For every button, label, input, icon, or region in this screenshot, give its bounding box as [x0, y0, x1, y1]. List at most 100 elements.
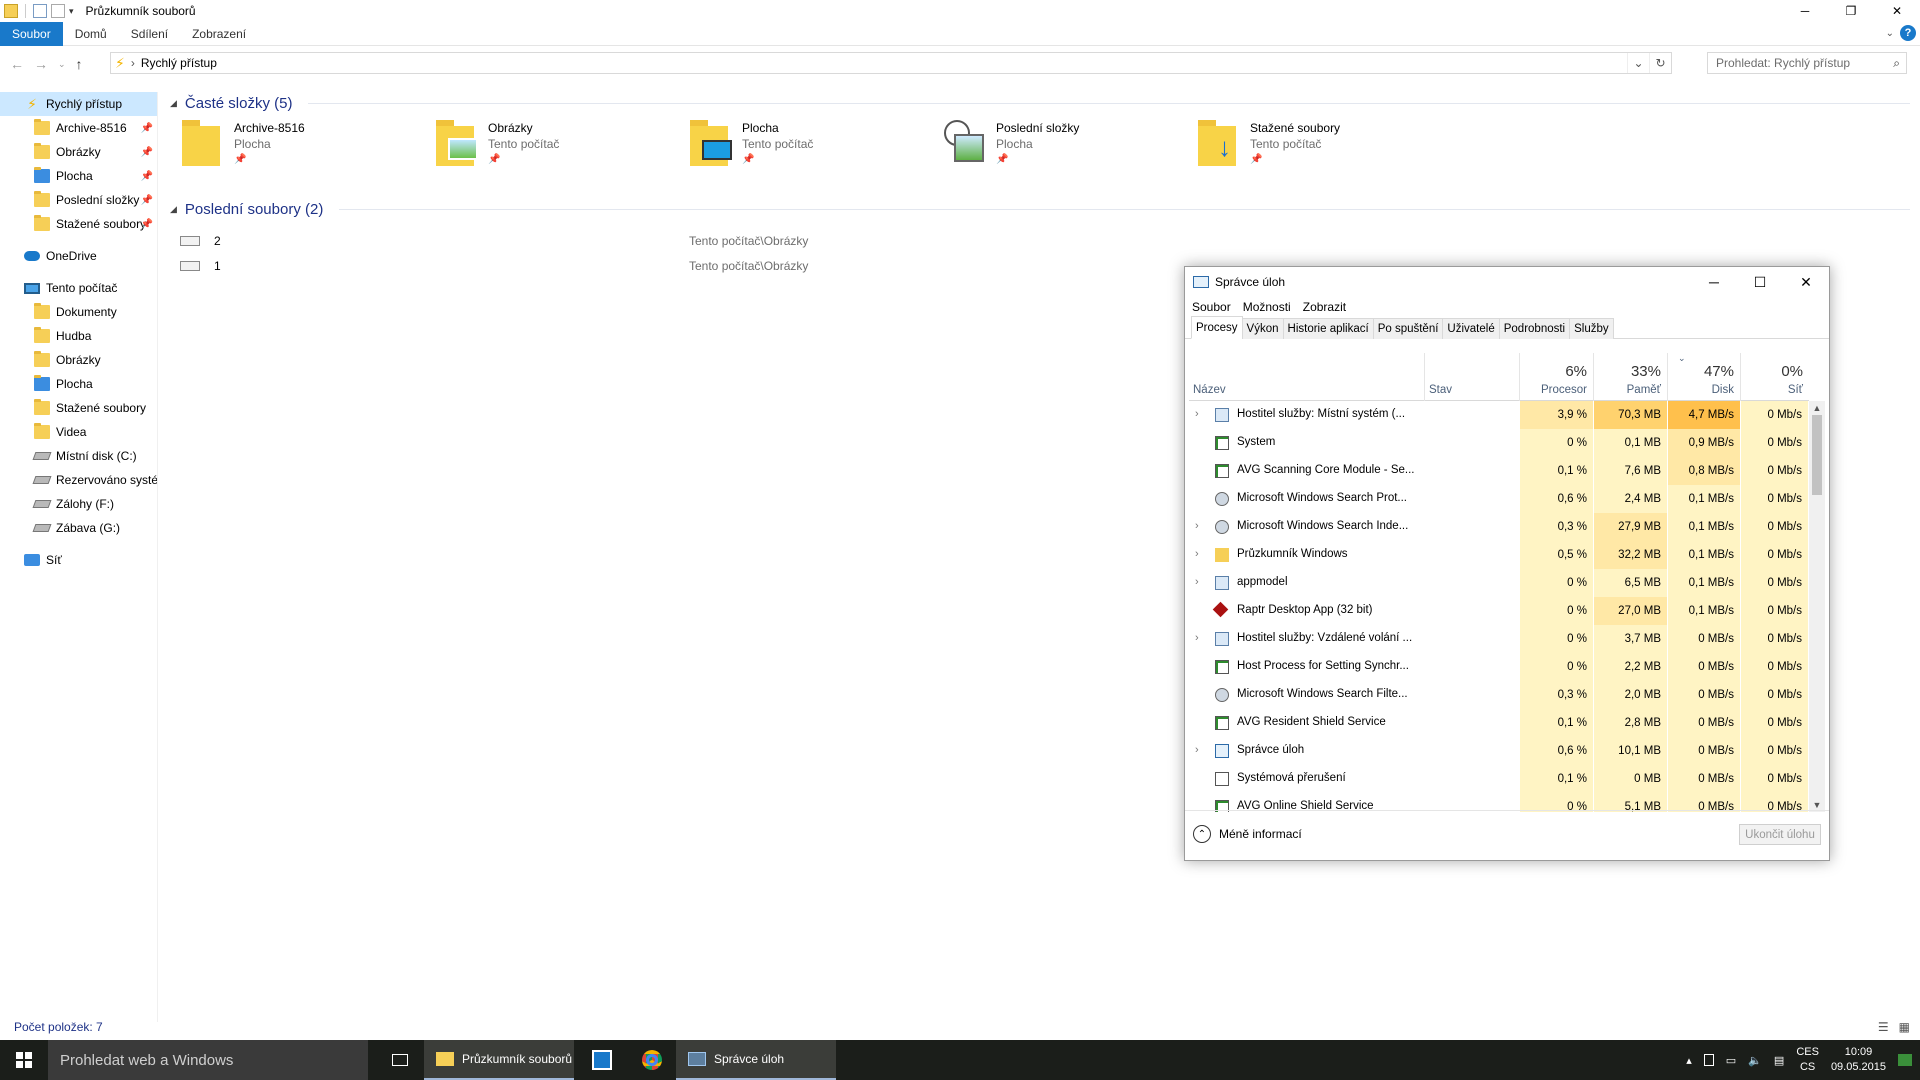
process-row[interactable]: › Průzkumník Windows 0,5 % 32,2 MB 0,1 MB/s 0… — [1189, 541, 1809, 569]
maximize-button[interactable]: ❐ — [1828, 0, 1874, 22]
recent-files-header[interactable]: ◢ Poslední soubory (2) — [170, 198, 1910, 220]
sidebar-item-pc-downloads[interactable]: Stažené soubory — [0, 396, 157, 420]
tab-startup[interactable]: Po spuštění — [1372, 318, 1444, 339]
scroll-up-icon[interactable]: ▲ — [1809, 403, 1825, 413]
minimize-button[interactable]: ─ — [1691, 267, 1737, 297]
action-center-icon[interactable]: ▤ — [1774, 1054, 1784, 1067]
list-item[interactable]: 2 Tento počítač\Obrázky — [170, 228, 1910, 253]
process-row[interactable]: › Hostitel služby: Vzdálené volání ... 0 %… — [1189, 625, 1809, 653]
sidebar-item-music[interactable]: Hudba — [0, 324, 157, 348]
menu-options[interactable]: Možnosti — [1243, 300, 1291, 314]
expand-chevron-icon[interactable]: › — [1195, 632, 1205, 644]
task-view-button[interactable] — [376, 1040, 424, 1080]
sidebar-item-reserved-drive[interactable]: Rezervováno systém — [0, 468, 157, 492]
expand-chevron-icon[interactable]: › — [1195, 548, 1205, 560]
process-row[interactable]: › appmodel 0 % 6,5 MB 0,1 MB/s 0 Mb/s — [1189, 569, 1809, 597]
expand-ribbon-icon[interactable]: ⌄ — [1886, 28, 1894, 39]
process-row[interactable]: Microsoft Windows Search Prot... 0,6 % 2,4… — [1189, 485, 1809, 513]
scrollbar-thumb[interactable] — [1812, 415, 1822, 495]
recent-locations-icon[interactable]: ⌄ — [58, 59, 66, 70]
frequent-folders-header[interactable]: ◢ Časté složky (5) — [170, 92, 1910, 114]
process-row[interactable]: AVG Scanning Core Module - Se... 0,1 % 7,6… — [1189, 457, 1809, 485]
taskbar-app-chrome[interactable] — [628, 1040, 676, 1080]
show-hidden-icons-icon[interactable]: ▴ — [1686, 1054, 1692, 1067]
show-desktop-icon[interactable] — [1898, 1054, 1912, 1066]
sidebar-item-pc-desktop[interactable]: Plocha — [0, 372, 157, 396]
address-field[interactable]: ⚡ › Rychlý přístup ⌄ ↻ — [110, 52, 1672, 74]
sidebar-item-desktop[interactable]: Plocha 📌 — [0, 164, 157, 188]
column-name-header[interactable]: Název — [1189, 353, 1425, 401]
folder-tile[interactable]: ↓ Stažené soubory Tento počítač 📌 — [1198, 120, 1452, 180]
input-language[interactable]: CES CS — [1796, 1045, 1819, 1075]
menu-view[interactable]: Zobrazit — [1303, 300, 1346, 314]
folder-tile[interactable]: Obrázky Tento počítač 📌 — [436, 120, 690, 180]
tab-users[interactable]: Uživatelé — [1442, 318, 1500, 339]
minimize-button[interactable]: ─ — [1782, 0, 1828, 22]
column-cpu-header[interactable]: 6% Procesor — [1520, 353, 1594, 401]
sidebar-item-archive[interactable]: Archive-8516 📌 — [0, 116, 157, 140]
process-row[interactable]: › Správce úloh 0,6 % 10,1 MB 0 MB/s 0 Mb/s — [1189, 737, 1809, 765]
process-row[interactable]: Microsoft Windows Search Filte... 0,3 % 2,… — [1189, 681, 1809, 709]
process-row[interactable]: Host Process for Setting Synchr... 0 % 2,2… — [1189, 653, 1809, 681]
process-row[interactable]: Systémová přerušení 0,1 % 0 MB 0 MB/s 0 Mb/s — [1189, 765, 1809, 793]
sidebar-item-recent-folders[interactable]: Poslední složky 📌 — [0, 188, 157, 212]
tab-share[interactable]: Sdílení — [119, 22, 180, 46]
expand-chevron-icon[interactable]: › — [1195, 520, 1205, 532]
sidebar-item-quick-access[interactable]: ⚡ Rychlý přístup — [0, 92, 157, 116]
sidebar-item-network[interactable]: Síť — [0, 548, 157, 572]
process-list-scrollbar[interactable]: ▲ ▼ — [1809, 401, 1825, 812]
close-button[interactable]: ✕ — [1874, 0, 1920, 22]
properties-icon[interactable] — [33, 4, 47, 18]
back-arrow-icon[interactable]: ← — [10, 56, 24, 72]
large-icons-view-icon[interactable]: ▦ — [1899, 1020, 1910, 1034]
expand-chevron-icon[interactable]: › — [1195, 408, 1205, 420]
expand-chevron-icon[interactable]: › — [1195, 576, 1205, 588]
tab-file[interactable]: Soubor — [0, 21, 63, 46]
process-row[interactable]: › Hostitel služby: Místní systém (... 3,9 … — [1189, 401, 1809, 429]
sidebar-item-videos[interactable]: Videa — [0, 420, 157, 444]
sidebar-item-pc-pictures[interactable]: Obrázky — [0, 348, 157, 372]
fewer-details-button[interactable]: ⌃ Méně informací — [1193, 825, 1302, 843]
breadcrumb[interactable]: Rychlý přístup — [141, 56, 217, 70]
taskbar-search-input[interactable]: Prohledat web a Windows — [48, 1040, 368, 1080]
sidebar-item-downloads[interactable]: Stažené soubory 📌 — [0, 212, 157, 236]
column-disk-header[interactable]: ⌄ 47% Disk — [1668, 353, 1741, 401]
taskbar-app-task-manager[interactable]: Správce úloh — [676, 1040, 836, 1080]
close-button[interactable]: ✕ — [1783, 267, 1829, 297]
new-folder-icon[interactable] — [51, 4, 65, 18]
start-button[interactable] — [0, 1040, 48, 1080]
column-status-header[interactable]: Stav — [1425, 353, 1520, 401]
maximize-button[interactable]: ☐ — [1737, 267, 1783, 297]
collapse-triangle-icon[interactable]: ◢ — [170, 98, 177, 109]
address-dropdown-icon[interactable]: ⌄ — [1627, 53, 1649, 73]
scroll-down-icon[interactable]: ▼ — [1809, 800, 1825, 810]
forward-arrow-icon[interactable]: → — [34, 56, 48, 72]
search-input[interactable]: Prohledat: Rychlý přístup ⌕ — [1707, 52, 1907, 74]
tab-view[interactable]: Zobrazení — [180, 22, 258, 46]
sidebar-item-drive-f[interactable]: Zálohy (F:) — [0, 492, 157, 516]
process-row[interactable]: Raptr Desktop App (32 bit) 0 % 27,0 MB 0,1 … — [1189, 597, 1809, 625]
taskbar-app-store[interactable] — [578, 1040, 626, 1080]
sidebar-item-pictures[interactable]: Obrázky 📌 — [0, 140, 157, 164]
folder-tile[interactable]: Archive-8516 Plocha 📌 — [182, 120, 436, 180]
details-view-icon[interactable]: ☰ — [1878, 1020, 1889, 1034]
column-network-header[interactable]: 0% Síť — [1741, 353, 1809, 401]
column-memory-header[interactable]: 33% Paměť — [1594, 353, 1668, 401]
clock[interactable]: 10:09 09.05.2015 — [1831, 1045, 1886, 1075]
sidebar-item-this-pc[interactable]: Tento počítač — [0, 276, 157, 300]
tablet-icon[interactable] — [1703, 1054, 1714, 1066]
process-row[interactable]: › Microsoft Windows Search Inde... 0,3 % 27… — [1189, 513, 1809, 541]
sidebar-item-drive-g[interactable]: Zábava (G:) — [0, 516, 157, 540]
folder-tile[interactable]: Plocha Tento počítač 📌 — [690, 120, 944, 180]
up-arrow-icon[interactable]: ↑ — [76, 56, 83, 72]
sidebar-item-drive-c[interactable]: Místní disk (C:) — [0, 444, 157, 468]
customize-toolbar-icon[interactable]: ▾ — [69, 6, 74, 17]
tab-processes[interactable]: Procesy — [1191, 316, 1243, 339]
process-row[interactable]: AVG Resident Shield Service 0,1 % 2,8 MB 0 … — [1189, 709, 1809, 737]
tab-app-history[interactable]: Historie aplikací — [1282, 318, 1374, 339]
tab-details[interactable]: Podrobnosti — [1498, 318, 1571, 339]
sidebar-item-onedrive[interactable]: OneDrive — [0, 244, 157, 268]
tab-services[interactable]: Služby — [1569, 318, 1614, 339]
refresh-icon[interactable]: ↻ — [1649, 53, 1671, 73]
tab-home[interactable]: Domů — [63, 22, 119, 46]
